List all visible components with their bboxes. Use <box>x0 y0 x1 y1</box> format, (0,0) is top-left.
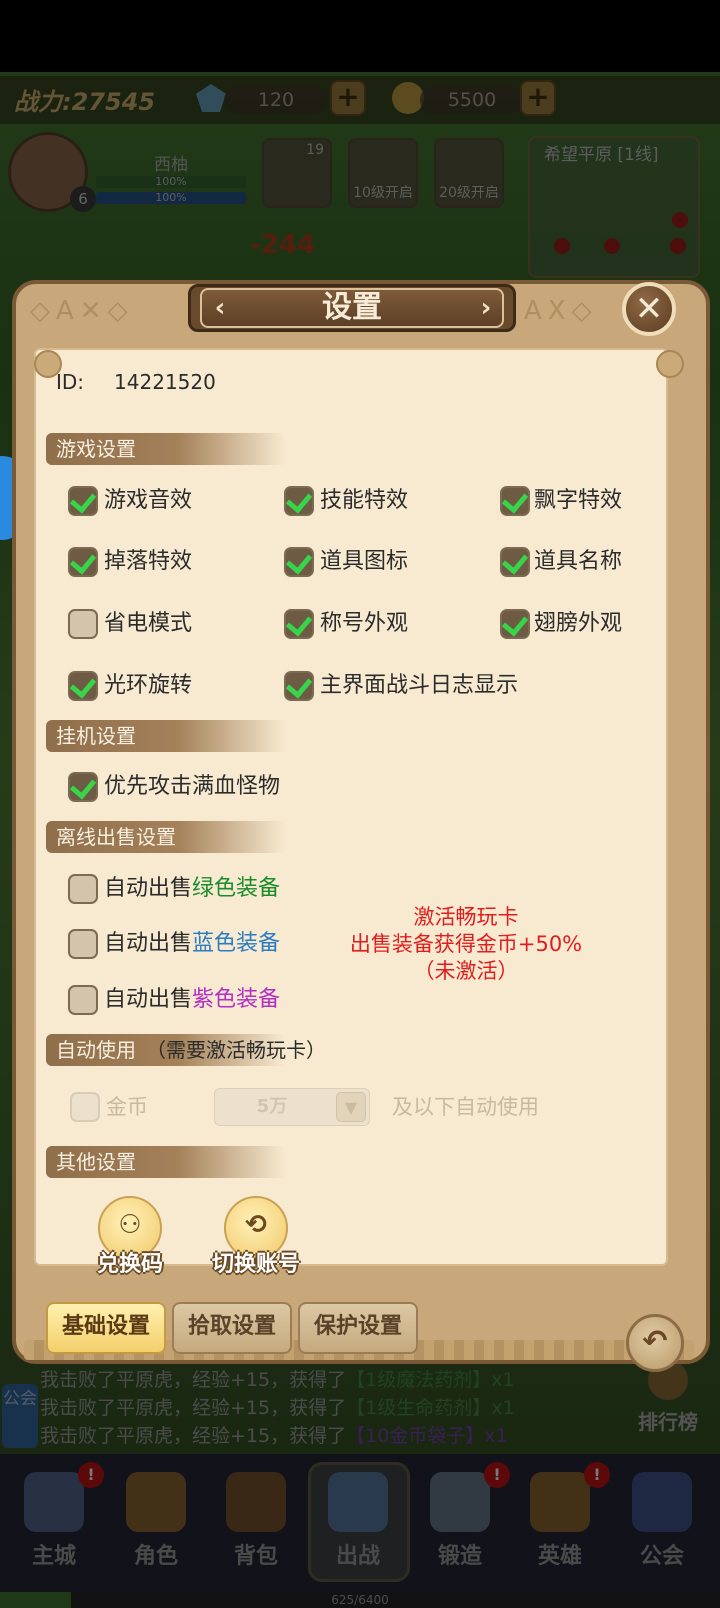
status-bar <box>0 0 720 72</box>
checkbox-sell-green[interactable] <box>68 874 98 904</box>
section-other-settings: 其他设置 <box>56 1150 136 1174</box>
label-sell-green: 自动出售绿色装备 <box>104 876 281 901</box>
chevron-down-icon[interactable]: ▼ <box>336 1092 366 1122</box>
checkbox-power-saving[interactable] <box>68 609 98 639</box>
id-label: ID: <box>56 370 85 394</box>
promo-line-2: 出售装备获得金币+50% <box>349 932 583 956</box>
section-offline-sell: 离线出售设置 <box>56 825 176 849</box>
label-item-names: 道具名称 <box>534 549 623 574</box>
label-floating-text: 飘字特效 <box>534 488 623 513</box>
checkbox-drop-effects[interactable] <box>68 547 98 577</box>
amount-select-value: 5万 <box>256 1096 288 1117</box>
checkbox-auto-use-gold[interactable] <box>70 1092 100 1122</box>
label-auto-use-gold: 金币 <box>106 1095 148 1119</box>
player-id-row: ID: 14221520 <box>56 370 216 394</box>
section-idle-settings: 挂机设置 <box>56 724 136 748</box>
checkbox-sell-purple[interactable] <box>68 985 98 1015</box>
redeem-code-label: 兑换码 <box>96 1252 163 1277</box>
id-value: 14221520 <box>114 370 216 394</box>
checkbox-halo-rotation[interactable] <box>68 671 98 701</box>
gamepad-icon: ⚇ <box>118 1210 142 1240</box>
label-sell-blue: 自动出售蓝色装备 <box>104 931 281 956</box>
promo-line-3: （未激活） <box>413 959 519 983</box>
label-title-appearance: 称号外观 <box>320 611 409 636</box>
auto-use-note: （需要激活畅玩卡） <box>146 1038 326 1062</box>
checkbox-sell-blue[interactable] <box>68 929 98 959</box>
label-battle-log-display: 主界面战斗日志显示 <box>320 673 519 698</box>
label-attack-full-hp: 优先攻击满血怪物 <box>104 774 281 799</box>
checkbox-item-icons[interactable] <box>284 547 314 577</box>
tab-pickup-settings[interactable]: 拾取设置 <box>172 1302 292 1354</box>
checkbox-battle-log-display[interactable] <box>284 671 314 701</box>
close-button[interactable]: ✕ <box>622 282 676 336</box>
checkbox-wing-appearance[interactable] <box>500 609 530 639</box>
promo-line-1: 激活畅玩卡 <box>413 905 519 929</box>
label-skill-effects: 技能特效 <box>320 488 409 513</box>
header-ornament: AX◇ <box>524 296 598 326</box>
checkbox-title-appearance[interactable] <box>284 609 314 639</box>
checkbox-attack-full-hp[interactable] <box>68 772 98 802</box>
label-halo-rotation: 光环旋转 <box>104 673 193 698</box>
label-item-icons: 道具图标 <box>320 549 409 574</box>
label-game-sound: 游戏音效 <box>104 488 193 513</box>
label-sell-purple: 自动出售紫色装备 <box>104 987 281 1012</box>
auto-use-suffix: 及以下自动使用 <box>392 1095 539 1119</box>
checkbox-game-sound[interactable] <box>68 486 98 516</box>
switch-account-icon: ⟲ <box>245 1210 267 1240</box>
switch-account-label: 切换账号 <box>211 1252 300 1277</box>
section-auto-use: 自动使用 （需要激活畅玩卡） <box>56 1038 326 1062</box>
checkbox-floating-text[interactable] <box>500 486 530 516</box>
back-button[interactable]: ↶ <box>626 1314 684 1372</box>
label-drop-effects: 掉落特效 <box>104 549 193 574</box>
scroll-ornament <box>656 350 684 378</box>
tab-protection-settings[interactable]: 保护设置 <box>298 1302 418 1354</box>
checkbox-item-names[interactable] <box>500 547 530 577</box>
label-power-saving: 省电模式 <box>104 611 193 636</box>
label-wing-appearance: 翅膀外观 <box>534 611 623 636</box>
vip-card-promo[interactable]: 激活畅玩卡 出售装备获得金币+50% （未激活） <box>316 904 616 985</box>
dialog-title: 设置 <box>322 290 382 325</box>
section-game-settings: 游戏设置 <box>56 437 136 461</box>
header-ornament: ◇A✕◇ <box>30 296 134 326</box>
checkbox-skill-effects[interactable] <box>284 486 314 516</box>
tab-basic-settings[interactable]: 基础设置 <box>46 1302 166 1354</box>
